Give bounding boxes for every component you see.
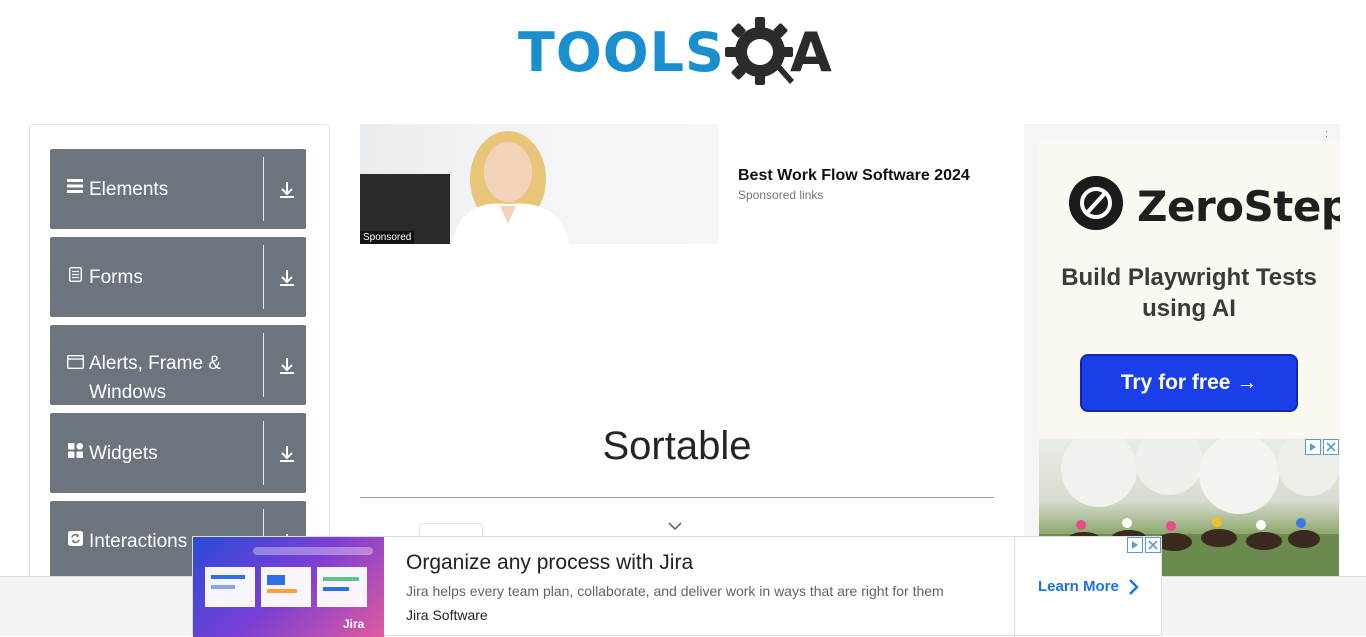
ad-subtitle: Sponsored links <box>738 188 824 202</box>
sponsored-ad-right[interactable]: : ZeroStep Build Playwright Tests using … <box>1024 124 1340 576</box>
close-icon[interactable] <box>1323 439 1339 455</box>
download-icon[interactable] <box>276 355 298 377</box>
divider <box>263 157 264 221</box>
jira-ad-image[interactable]: Jira <box>193 537 384 637</box>
divider <box>263 333 264 397</box>
sponsored-tag: Sponsored <box>360 231 415 244</box>
download-icon[interactable] <box>276 179 298 201</box>
woman-portrait-image <box>360 131 570 244</box>
sidebar-group-label: Forms <box>89 267 143 288</box>
zerostep-ad[interactable]: ZeroStep Build Playwright Tests using AI… <box>1039 140 1340 438</box>
ad-brand: Jira Software <box>406 607 488 623</box>
logo-text: TOOLS <box>518 21 725 84</box>
gear-magnifier-icon <box>725 17 794 85</box>
ad-tagline: Build Playwright Tests using AI <box>1061 264 1317 322</box>
sidebar-group-label: Widgets <box>89 443 158 464</box>
download-icon[interactable] <box>276 267 298 289</box>
divider <box>263 421 264 485</box>
window-icon <box>66 353 84 371</box>
sidebar-menu: Elements Forms Alerts, Frame & Windows W… <box>29 124 330 584</box>
ad-options-icon[interactable]: : <box>1325 128 1328 140</box>
sidebar-group-elements[interactable]: Elements <box>50 149 306 229</box>
jira-image-badge: Jira <box>343 617 365 631</box>
ad-title[interactable]: Best Work Flow Software 2024 <box>738 167 970 185</box>
ad-controls <box>1303 439 1339 455</box>
logo-letter-a: A <box>790 21 832 84</box>
divider <box>1014 537 1015 637</box>
toolsqa-logo[interactable]: TOOLS A <box>518 14 842 92</box>
site-header: TOOLS A <box>0 0 1366 110</box>
swap-icon <box>66 529 84 547</box>
page-title: Sortable <box>602 424 752 468</box>
title-divider <box>360 497 994 498</box>
sidebar-group-alerts-frame-windows[interactable]: Alerts, Frame & Windows <box>50 325 306 405</box>
sidebar-group-forms[interactable]: Forms <box>50 237 306 317</box>
sidebar-group-label: Alerts, Frame & Windows <box>89 353 221 403</box>
adchoices-icon[interactable] <box>1305 439 1321 455</box>
ad-controls <box>1125 537 1161 553</box>
sidebar-group-label: Elements <box>89 179 169 200</box>
jira-banner-ad[interactable]: Jira Organize any process with Jira Jira… <box>192 536 1162 637</box>
grid-icon <box>66 441 84 459</box>
ad-title[interactable]: Organize any process with Jira <box>406 551 693 575</box>
close-icon[interactable] <box>1145 537 1161 553</box>
ad-brand: ZeroStep <box>1137 182 1340 231</box>
divider <box>263 245 264 309</box>
chevron-right-icon[interactable] <box>1127 578 1139 596</box>
sidebar-group-widgets[interactable]: Widgets <box>50 413 306 493</box>
ad-description: Jira helps every team plan, collaborate,… <box>406 583 944 599</box>
chevron-down-icon[interactable] <box>667 518 683 534</box>
ad-image[interactable]: Sponsored <box>360 124 719 244</box>
download-icon[interactable] <box>276 443 298 465</box>
learn-more-button[interactable]: Learn More <box>1038 578 1119 595</box>
adchoices-icon[interactable] <box>1127 537 1143 553</box>
try-for-free-button[interactable]: Try for free → <box>1080 354 1298 412</box>
document-icon <box>66 265 84 283</box>
zerostep-logo-icon <box>1069 176 1123 230</box>
hamburger-icon <box>66 177 84 195</box>
sponsored-ad-top[interactable]: Sponsored Best Work Flow Software 2024 S… <box>360 124 994 244</box>
